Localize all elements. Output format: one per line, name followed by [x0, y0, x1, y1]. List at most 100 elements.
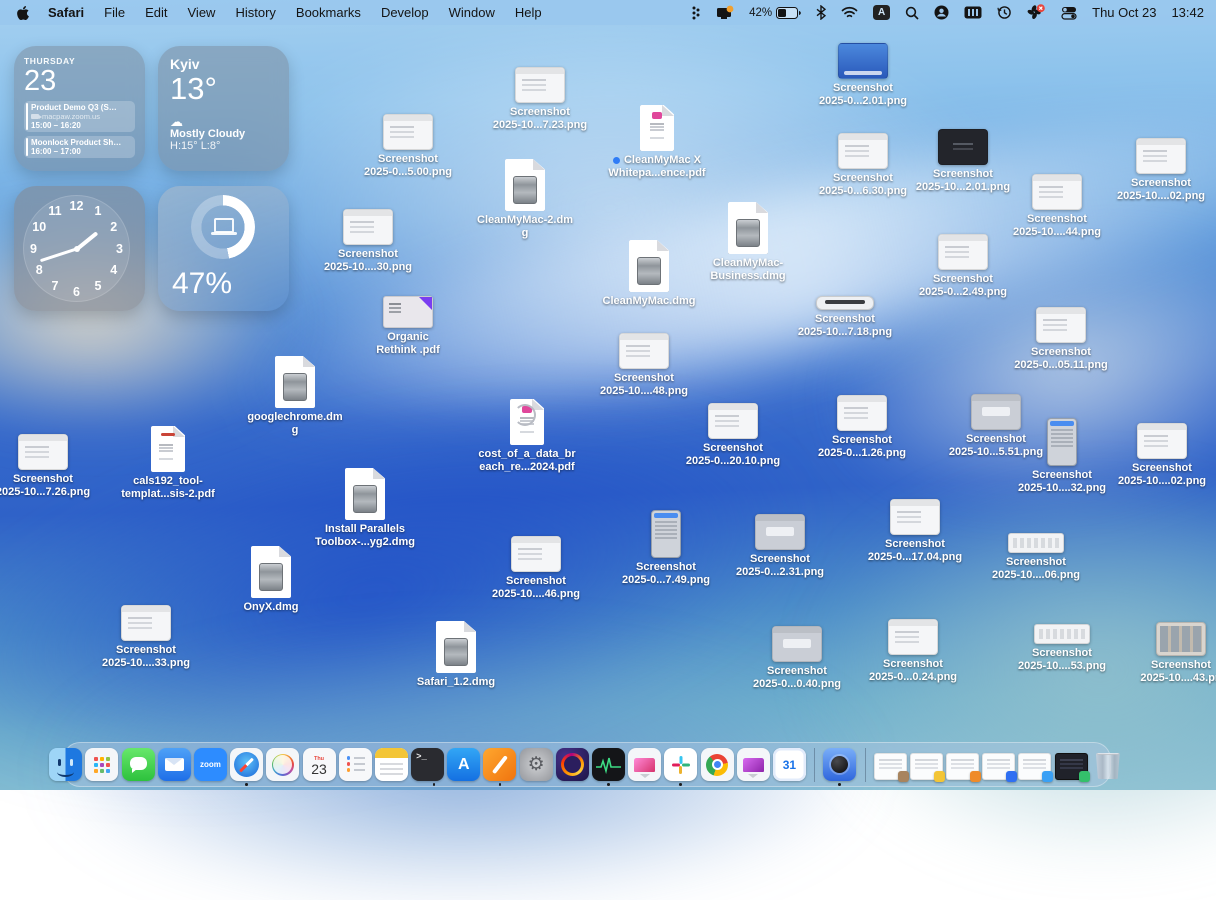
- minimized-window[interactable]: [1055, 753, 1088, 780]
- desktop-icon[interactable]: Screenshot2025-10....53.png: [1002, 624, 1122, 673]
- file-label: Screenshot2025-10....02.png: [1102, 462, 1216, 488]
- desktop-icon[interactable]: Screenshot2025-10....44.png: [997, 174, 1117, 239]
- dock-system-settings-icon[interactable]: ⚙: [520, 748, 553, 781]
- menu-item-safari[interactable]: Safari: [38, 0, 94, 25]
- menubar-time[interactable]: 13:42: [1171, 5, 1204, 20]
- dock-trash-icon[interactable]: [1091, 748, 1125, 781]
- desktop-icon[interactable]: Safari_1.2.dmg: [396, 621, 516, 689]
- minimized-window[interactable]: [874, 753, 907, 780]
- desktop-icon[interactable]: Screenshot2025-10....06.png: [976, 533, 1096, 582]
- minimized-window[interactable]: [910, 753, 943, 780]
- file-label: Screenshot2025-0...2.01.png: [803, 82, 923, 108]
- desktop-icon[interactable]: Screenshot2025-10....46.png: [476, 536, 596, 601]
- dock-notes-icon[interactable]: [375, 748, 408, 781]
- battery-widget[interactable]: 47%: [158, 186, 289, 311]
- dock-separator: [865, 748, 866, 782]
- desktop-icon[interactable]: Screenshot2025-10....02.png: [1101, 138, 1216, 203]
- file-thumbnail-dmg: [345, 468, 385, 520]
- bluetooth-icon[interactable]: [816, 5, 826, 20]
- desktop-icon[interactable]: Screenshot2025-0...17.04.png: [855, 499, 975, 564]
- dock-display-app-icon[interactable]: [737, 748, 770, 781]
- wifi-icon[interactable]: [841, 6, 858, 19]
- dock-calendar-icon[interactable]: Thu23: [303, 748, 336, 781]
- clock-widget[interactable]: 121234567891011: [14, 186, 145, 311]
- desktop-icon[interactable]: Install ParallelsToolbox-...yg2.dmg: [305, 468, 425, 549]
- file-thumbnail-win-gray: [755, 514, 805, 550]
- desktop-icon[interactable]: Screenshot2025-0...05.11.png: [1001, 307, 1121, 372]
- desktop-icon[interactable]: Screenshot2025-0...1.26.png: [802, 395, 922, 460]
- file-label: Screenshot2025-10....02.png: [1101, 177, 1216, 203]
- display-alert-icon[interactable]: [716, 5, 734, 21]
- desktop-icon[interactable]: Screenshot2025-0...7.49.png: [606, 510, 726, 587]
- desktop-icon[interactable]: Screenshot2025-10...7.23.png: [480, 67, 600, 132]
- dock-speaker-app-icon[interactable]: [823, 748, 856, 781]
- dock-reminders-icon[interactable]: [339, 748, 372, 781]
- minimized-window[interactable]: [1018, 753, 1051, 780]
- dock-safari-icon[interactable]: [230, 748, 263, 781]
- minimized-window[interactable]: [946, 753, 979, 780]
- dock-firefox-icon[interactable]: [556, 748, 589, 781]
- menu-item-edit[interactable]: Edit: [135, 0, 177, 25]
- menu-item-history[interactable]: History: [225, 0, 285, 25]
- desktop-icon[interactable]: OnyX.dmg: [211, 546, 331, 614]
- menu-item-develop[interactable]: Develop: [371, 0, 439, 25]
- control-center-icon[interactable]: [1061, 6, 1077, 20]
- running-indicator: [245, 783, 248, 786]
- calendar-widget[interactable]: THURSDAY 23 Product Demo Q3 (S… macpaw.z…: [14, 46, 145, 171]
- keyboard-icon[interactable]: [964, 6, 982, 19]
- desktop-icon[interactable]: Screenshot2025-10....02.png: [1102, 423, 1216, 488]
- desktop-icon[interactable]: cals192_tool-templat...sis-2.pdf: [108, 426, 228, 501]
- menu-item-file[interactable]: File: [94, 0, 135, 25]
- menubar-date[interactable]: Thu Oct 23: [1092, 5, 1156, 20]
- desktop-icon[interactable]: Screenshot2025-0...0.40.png: [737, 626, 857, 691]
- dock-stats-icon[interactable]: [592, 748, 625, 781]
- desktop-icon[interactable]: Screenshot2025-10....33.png: [86, 605, 206, 670]
- dock-photos-icon[interactable]: [266, 748, 299, 781]
- time-machine-icon[interactable]: [997, 5, 1012, 20]
- desktop-icon[interactable]: Screenshot2025-10....43.pn: [1121, 622, 1216, 685]
- desktop-icon[interactable]: Screenshot2025-10...7.18.png: [785, 296, 905, 339]
- dock-app-store-icon[interactable]: A: [447, 748, 480, 781]
- file-thumbnail-win: [515, 67, 565, 103]
- desktop-icon[interactable]: OrganicRethink .pdf: [348, 296, 468, 357]
- dock-launchpad-icon[interactable]: [85, 748, 118, 781]
- desktop-icon[interactable]: Screenshot2025-10...7.26.png: [0, 434, 103, 499]
- desktop-icon[interactable]: CleanMyMac-Business.dmg: [688, 202, 808, 283]
- desktop-icon[interactable]: Screenshot2025-10....48.png: [584, 333, 704, 398]
- desktop-icon[interactable]: Screenshot2025-0...5.00.png: [348, 114, 468, 179]
- dock-chrome-icon[interactable]: [701, 748, 734, 781]
- dock-finder-icon[interactable]: [49, 748, 82, 781]
- apple-menu-icon[interactable]: [16, 5, 30, 21]
- desktop-icon[interactable]: CleanMyMac-2.dmg: [465, 159, 585, 240]
- desktop-icon[interactable]: Screenshot2025-0...0.24.png: [853, 619, 973, 684]
- spotlight-icon[interactable]: [905, 6, 919, 20]
- dock-messages-icon[interactable]: [122, 748, 155, 781]
- file-thumbnail-win: [383, 114, 433, 150]
- menu-item-help[interactable]: Help: [505, 0, 552, 25]
- menu-item-bookmarks[interactable]: Bookmarks: [286, 0, 371, 25]
- dock-mail-icon[interactable]: [158, 748, 191, 781]
- minimized-window[interactable]: [982, 753, 1015, 780]
- weather-widget[interactable]: Kyiv 13° ☁ Mostly Cloudy H:15° L:8°: [158, 46, 289, 171]
- desktop-icon[interactable]: Screenshot2025-0...20.10.png: [673, 403, 793, 468]
- pinwheel-alert-icon[interactable]: [1027, 4, 1046, 21]
- dock-editor-icon[interactable]: [483, 748, 516, 781]
- dock-slack-icon[interactable]: [664, 748, 697, 781]
- dock-zoom-icon[interactable]: zoom: [194, 748, 227, 781]
- desktop-icon[interactable]: Screenshot2025-0...2.01.png: [803, 43, 923, 108]
- dock-google-calendar-icon[interactable]: 31: [773, 748, 806, 781]
- desktop-icon[interactable]: CleanMyMac XWhitepa...ence.pdf: [597, 105, 717, 180]
- desktop-icon[interactable]: googlechrome.dmg: [235, 356, 355, 437]
- user-icon[interactable]: [934, 5, 949, 20]
- battery-indicator[interactable]: 42%: [749, 7, 801, 19]
- dots-status-icon[interactable]: [691, 5, 701, 21]
- menu-item-window[interactable]: Window: [439, 0, 505, 25]
- desktop-icon[interactable]: Screenshot2025-10....30.png: [308, 209, 428, 274]
- dock-terminal-icon[interactable]: >_: [411, 748, 444, 781]
- input-source-icon[interactable]: A: [873, 5, 890, 20]
- desktop-icon[interactable]: Screenshot2025-0...2.31.png: [720, 514, 840, 579]
- menu-item-view[interactable]: View: [178, 0, 226, 25]
- desktop-icon[interactable]: Screenshot2025-0...2.49.png: [903, 234, 1023, 299]
- desktop-icon[interactable]: cost_of_a_data_breach_re...2024.pdf: [467, 399, 587, 474]
- dock-cleanmymac-icon[interactable]: [628, 748, 661, 781]
